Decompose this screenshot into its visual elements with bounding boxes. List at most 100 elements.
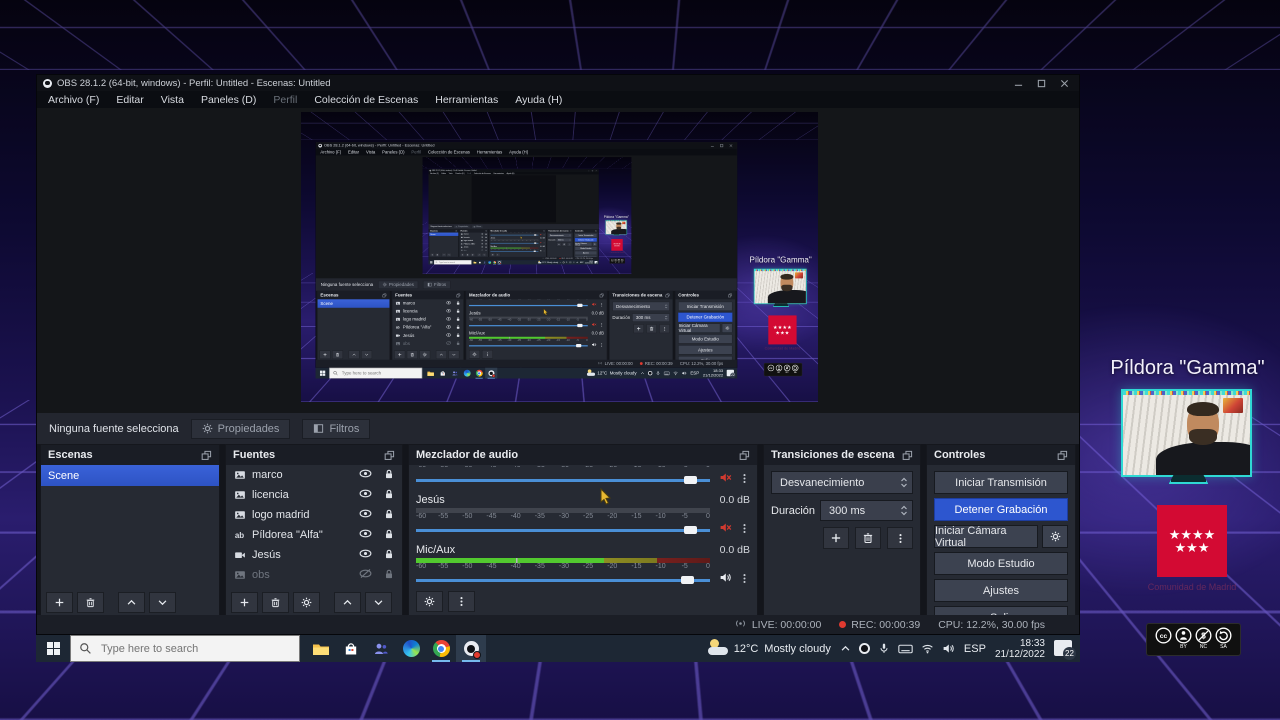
duration-spinbox[interactable]: 300 ms [820,500,913,521]
mixer-header: Mezclador de audio [409,445,757,465]
microphone-tray-icon[interactable] [878,642,890,655]
settings-button[interactable]: Ajustes [934,579,1068,602]
menu-ayuda[interactable]: Ayuda (H) [507,93,570,107]
start-virtual-camera-button[interactable]: Iniciar Cámara Virtual [934,525,1038,548]
sources-popout-button[interactable] [384,450,395,461]
tray-expand-chevron-icon[interactable] [840,643,851,654]
channel-menu-button[interactable] [739,471,750,489]
transitions-popout-button[interactable] [902,450,913,461]
visibility-eye-icon[interactable] [359,527,372,543]
start-streaming-button[interactable]: Iniciar Transmisión [934,471,1068,494]
source-properties-button[interactable] [293,592,320,613]
network-wifi-icon[interactable] [921,642,934,655]
language-indicator[interactable]: ESP [964,643,986,655]
obs-taskbar-button[interactable] [456,635,486,662]
source-row[interactable]: logo madrid [226,505,402,525]
lock-icon[interactable] [383,548,395,563]
remove-transition-button[interactable] [855,527,881,549]
touch-keyboard-icon[interactable] [898,643,913,655]
menu-editar[interactable]: Editar [108,93,151,107]
source-row[interactable]: marco [226,465,402,485]
menu-herramientas[interactable]: Herramientas [427,93,506,107]
mixer-settings-button[interactable] [416,591,443,612]
action-center-button[interactable]: 22 [1054,640,1074,658]
add-transition-button[interactable] [823,527,849,549]
lock-icon[interactable] [383,468,395,483]
source-row[interactable]: Jesús [226,545,402,565]
mixer-menu-button[interactable] [448,591,475,612]
store-button[interactable] [336,635,366,662]
teams-button[interactable] [366,635,396,662]
preview-slot[interactable]: OBS 28.1.2 (64-bit, windows) - Perfil: U… [301,112,818,402]
mute-button[interactable] [719,521,732,539]
transition-menu-button[interactable] [887,527,913,549]
mixer-popout-button[interactable] [739,450,750,461]
properties-button[interactable]: Propiedades [191,419,291,439]
source-row[interactable]: ab Píldorea "Alfa" [226,525,402,545]
volume-slider[interactable] [416,574,710,586]
menu-perfil[interactable]: Perfil [265,93,305,107]
lock-icon[interactable] [383,528,395,543]
minimize-button[interactable] [1014,79,1023,88]
slider-handle[interactable] [681,576,694,584]
menu-ayuda: Ayuda (H) [505,172,515,174]
close-button[interactable] [1060,79,1069,88]
visibility-eye-icon[interactable] [359,487,372,503]
channel-menu-button[interactable] [739,571,750,589]
search-input[interactable] [99,642,291,656]
volume-tray-icon[interactable] [942,642,955,655]
virtual-camera-settings-button[interactable] [1042,525,1068,548]
speaker-icon[interactable] [719,571,732,589]
visibility-eye-icon[interactable] [359,467,372,483]
stop-recording-button[interactable]: Detener Grabación [934,498,1068,521]
menu-paneles[interactable]: Paneles (D) [193,93,264,107]
cpu-fps-stats: CPU: 12.2%, 30.00 fps [576,257,593,259]
source-up-button[interactable] [334,592,361,613]
studio-mode-button[interactable]: Modo Estudio [934,552,1068,575]
webcam-video [1123,391,1250,475]
source-down-button[interactable] [365,592,392,613]
start-button[interactable] [36,635,70,662]
channel-menu-button[interactable] [739,521,750,539]
volume-slider[interactable] [416,474,710,486]
scene-down-button[interactable] [149,592,176,613]
transition-select[interactable]: Desvanecimiento [771,471,913,494]
spin-arrows-icon[interactable] [900,505,908,516]
filters-button[interactable]: Filtros [302,419,370,439]
source-row[interactable]: obs [226,565,402,585]
weather-widget[interactable]: 12°C Mostly cloudy [708,643,831,655]
scene-up-button[interactable] [118,592,145,613]
obs-tray-icon[interactable] [859,643,870,654]
maximize-button[interactable] [1037,79,1046,88]
add-scene-button[interactable] [46,592,73,613]
lock-icon[interactable] [383,488,395,503]
menu-vista[interactable]: Vista [153,93,192,107]
slider-handle[interactable] [684,476,697,484]
menu-archivo[interactable]: Archivo (F) [40,93,107,107]
edge-button[interactable] [396,635,426,662]
menu-coleccion-escenas[interactable]: Colección de Escenas [306,93,426,107]
sources-popout-button [456,293,460,297]
visibility-eye-icon[interactable] [359,507,372,523]
source-row[interactable]: licencia [226,485,402,505]
visibility-eye-off-icon[interactable] [359,567,372,583]
lock-icon[interactable] [383,508,395,523]
chrome-button[interactable] [426,635,456,662]
scenes-popout-button[interactable] [201,450,212,461]
tick-label: -50 [460,513,474,521]
mute-button[interactable] [719,471,732,489]
tick-label: -15 [629,513,643,521]
slider-handle[interactable] [684,526,697,534]
scene-item[interactable]: Scene [41,465,219,486]
volume-slider[interactable] [416,524,710,536]
taskbar-clock[interactable]: 18:33 21/12/2022 [995,638,1045,660]
remove-scene-button[interactable] [77,592,104,613]
lock-icon[interactable] [383,568,395,583]
add-source-button[interactable] [231,592,258,613]
visibility-eye-icon[interactable] [359,547,372,563]
file-explorer-button[interactable] [306,635,336,662]
remove-source-button[interactable] [262,592,289,613]
db-scale: -60-55-50-45-40-35-30-25-20-15-10-50 [490,233,538,234]
taskbar-search[interactable] [70,635,300,662]
controls-popout-button[interactable] [1057,450,1068,461]
